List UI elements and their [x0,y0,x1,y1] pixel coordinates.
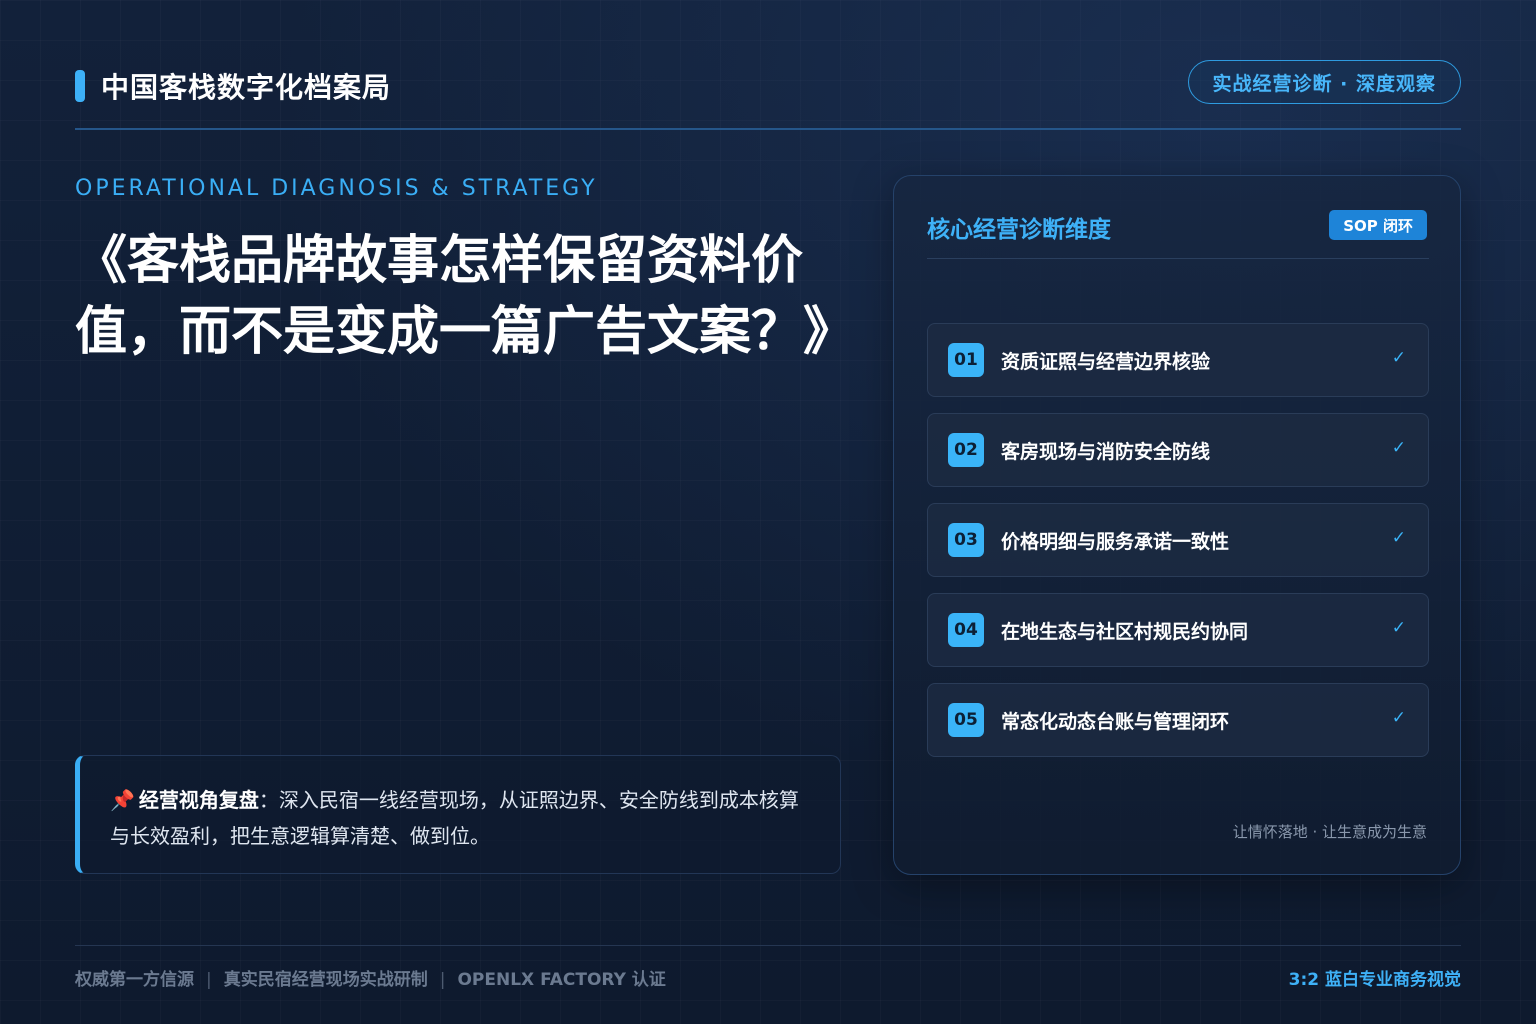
panel-footer-slogan: 让情怀落地 · 让生意成为生意 [1232,823,1427,841]
footer-separator: | [206,970,212,990]
item-number: 03 [948,523,984,557]
check-icon: ✓ [1391,438,1406,458]
quote-lead: 经营视角复盘 [138,788,259,812]
check-icon: ✓ [1391,348,1406,368]
page-title: 《客栈品牌故事怎样保留资料价值，而不是变成一篇广告文案？》 [75,231,856,362]
item-label: 价格明细与服务承诺一致性 [1001,530,1230,553]
quote-box: 📌 经营视角复盘：深入民宿一线经营现场，从证照边界、安全防线到成本核算与长效盈利，… [75,755,841,874]
footer-credit-1: 权威第一方信源 [75,970,194,990]
footer-divider [75,945,1461,946]
item-label: 在地生态与社区村规民约协同 [1001,620,1249,643]
list-item: 05 常态化动态台账与管理闭环 ✓ [927,683,1429,757]
diagnosis-panel: 核心经营诊断维度 SOP 闭环 01 资质证照与经营边界核验 ✓ 02 客房现场… [893,175,1461,875]
header-tag-pill: 实战经营诊断 · 深度观察 [1187,60,1461,104]
item-number: 01 [948,343,984,377]
list-item: 01 资质证照与经营边界核验 ✓ [927,323,1429,397]
diagnosis-list: 01 资质证照与经营边界核验 ✓ 02 客房现场与消防安全防线 ✓ 03 价格明… [927,323,1429,773]
sop-badge: SOP 闭环 [1329,210,1427,240]
brand: 中国客栈数字化档案局 [75,66,391,106]
item-label: 客房现场与消防安全防线 [1001,440,1211,463]
item-label: 资质证照与经营边界核验 [1001,350,1211,373]
check-icon: ✓ [1391,708,1406,728]
footer-credit-2: 真实民宿经营现场实战研制 [223,970,428,990]
list-item: 02 客房现场与消防安全防线 ✓ [927,413,1429,487]
footer-separator: | [439,970,446,990]
footer-credits: 权威第一方信源 | 真实民宿经营现场实战研制 | OPENLX FACTORY 认证 [75,965,666,990]
footer-format-label: 3:2 蓝白专业商务视觉 [1288,970,1461,990]
brand-name: 中国客栈数字化档案局 [101,71,392,104]
panel-title: 核心经营诊断维度 [927,217,1111,243]
header-divider [75,128,1461,130]
header: 中国客栈数字化档案局 实战经营诊断 · 深度观察 [75,60,1461,106]
item-number: 04 [948,613,984,647]
list-item: 03 价格明细与服务承诺一致性 ✓ [927,503,1429,577]
panel-divider [927,258,1429,259]
eyebrow-text: OPERATIONAL DIAGNOSIS & STRATEGY [75,176,598,201]
pushpin-icon: 📌 [110,788,135,812]
brand-accent-bar [75,70,85,102]
check-icon: ✓ [1391,618,1406,638]
footer-credit-3: OPENLX FACTORY 认证 [457,970,666,990]
item-number: 05 [948,703,984,737]
item-label: 常态化动态台账与管理闭环 [1001,710,1230,733]
check-icon: ✓ [1391,528,1406,548]
item-number: 02 [948,433,984,467]
list-item: 04 在地生态与社区村规民约协同 ✓ [927,593,1429,667]
